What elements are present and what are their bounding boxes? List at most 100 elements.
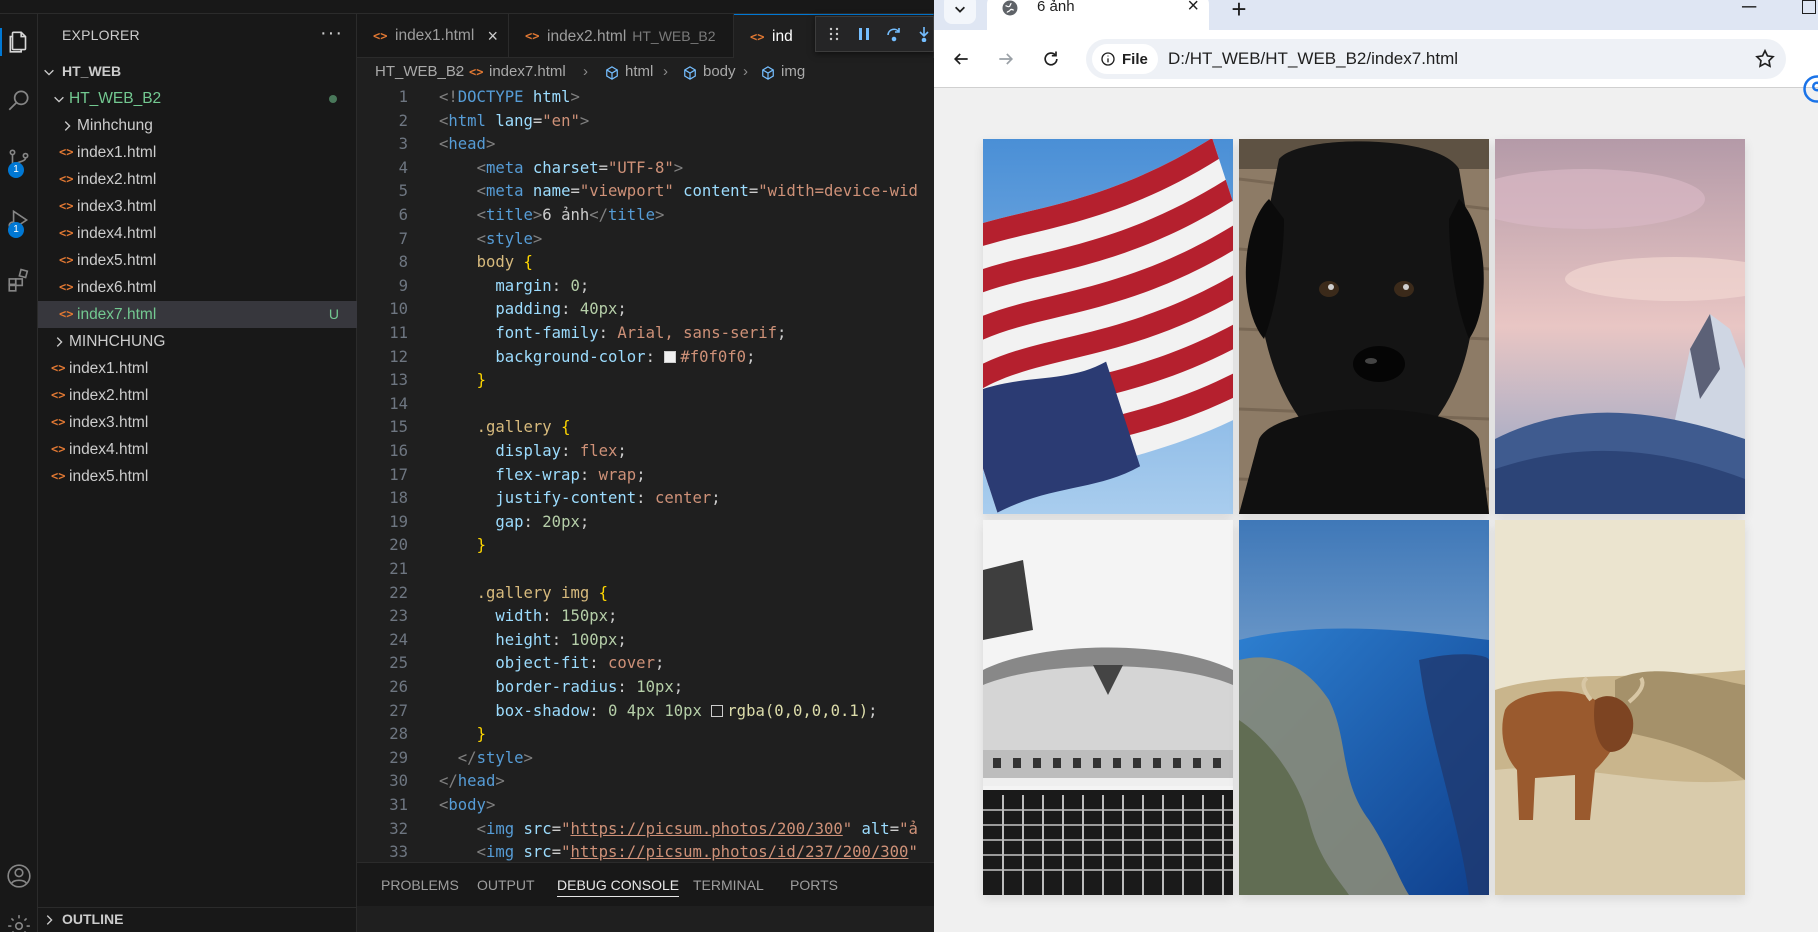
code-token: rgba(0,0,0,0.1) — [727, 701, 869, 720]
forward-arrow-icon[interactable] — [991, 44, 1021, 74]
info-icon — [1101, 52, 1115, 66]
line-number: 2 — [398, 111, 408, 130]
site-info-chip[interactable]: File — [1092, 44, 1158, 74]
chevron-right-icon — [60, 112, 74, 139]
search-icon[interactable] — [0, 80, 38, 120]
line-number: 11 — [389, 324, 408, 342]
code-token: .gallery — [476, 418, 552, 437]
gallery-image-car[interactable] — [983, 520, 1233, 895]
source-control-icon[interactable]: 1 — [0, 140, 38, 180]
more-actions-icon[interactable]: ··· — [320, 22, 343, 45]
bookmark-star-icon[interactable] — [1754, 48, 1776, 70]
url-text[interactable]: D:/HT_WEB/HT_WEB_B2/index7.html — [1168, 39, 1458, 79]
gallery-image-puppy[interactable] — [1239, 139, 1489, 514]
file-label: index2.html — [69, 387, 149, 404]
file-label: index3.html — [77, 198, 157, 215]
code-editor[interactable]: 1 <!DOCTYPE html> 2 <html lang="en"> 3 <hea… — [357, 86, 934, 876]
step-over-icon[interactable] — [886, 26, 902, 42]
minimize-icon[interactable]: ─ — [1742, 0, 1756, 19]
element-cube-icon — [606, 66, 618, 80]
file-item[interactable]: <> index5.html — [38, 463, 357, 490]
outline-header[interactable]: OUTLINE — [38, 907, 357, 932]
folder-minhchung-root[interactable]: MINHCHUNG — [38, 328, 357, 355]
image-gallery — [983, 139, 1745, 896]
gallery-image-flag[interactable] — [983, 139, 1233, 514]
code-link[interactable]: https://picsum.photos/200/300 — [570, 820, 842, 838]
step-into-icon[interactable] — [916, 26, 932, 42]
tab-description: HT_WEB_B2 — [632, 28, 716, 44]
tab-index2[interactable]: <> index2.html HT_WEB_B2 — [509, 14, 734, 58]
file-item[interactable]: <> index4.html — [38, 436, 357, 463]
reload-icon[interactable] — [1036, 44, 1066, 74]
editor-area: <> index1.html × <> index2.html HT_WEB_B2… — [357, 14, 934, 932]
file-item[interactable]: <> index4.html — [38, 220, 357, 247]
drag-handle-icon[interactable] — [826, 26, 842, 42]
extensions-icon[interactable] — [0, 260, 38, 300]
tab-debug-console[interactable]: DEBUG CONSOLE — [557, 863, 680, 907]
gallery-image-fjord[interactable] — [1239, 520, 1489, 895]
code-line: 23 width: 150px; — [357, 605, 934, 629]
code-token: "viewport" — [579, 182, 674, 201]
tab-problems[interactable]: PROBLEMS — [381, 863, 459, 907]
line-number: 7 — [398, 229, 408, 248]
file-item[interactable]: <> index2.html — [38, 166, 357, 193]
file-item[interactable]: <> index3.html — [38, 193, 357, 220]
folder-minhchung[interactable]: Minhchung — [38, 112, 357, 139]
close-tab-icon[interactable]: × — [1187, 0, 1199, 18]
tab-index1[interactable]: <> index1.html × — [357, 14, 509, 58]
run-debug-icon[interactable]: 1 — [0, 200, 38, 240]
pause-icon[interactable] — [856, 26, 872, 42]
profile-icon[interactable] — [1802, 74, 1818, 104]
file-item-selected[interactable]: <> index7.html U — [38, 301, 357, 328]
breadcrumb-file[interactable]: index7.html — [489, 58, 566, 86]
new-tab-button[interactable]: + — [1224, 0, 1254, 24]
code-line: 10 padding: 40px; — [357, 298, 934, 322]
maximize-icon[interactable] — [1802, 0, 1816, 14]
file-label: index7.html — [77, 306, 157, 323]
breadcrumb-html[interactable]: html — [625, 58, 653, 86]
chevron-down-icon — [42, 58, 56, 85]
tab-terminal[interactable]: TERMINAL — [693, 863, 764, 907]
color-swatch-icon[interactable] — [711, 704, 724, 717]
breadcrumb-img[interactable]: img — [781, 58, 805, 86]
code-line: 25 object-fit: cover; — [357, 652, 934, 676]
manage-gear-icon[interactable] — [0, 906, 38, 932]
tab-output[interactable]: OUTPUT — [477, 863, 535, 907]
breadcrumb-folder[interactable]: HT_WEB_B2 — [375, 58, 464, 86]
accounts-icon[interactable] — [0, 856, 38, 896]
folder-ht-web[interactable]: HT_WEB — [38, 58, 357, 85]
html-file-icon: <> — [51, 361, 66, 375]
breadcrumb-body[interactable]: body — [703, 58, 736, 86]
tab-search-chevron-icon[interactable] — [944, 0, 976, 24]
back-arrow-icon[interactable] — [946, 44, 976, 74]
line-number: 23 — [389, 607, 408, 626]
html-file-icon: <> — [469, 65, 484, 79]
code-token: "UTF-8" — [608, 158, 674, 177]
gallery-image-highland-cow[interactable] — [1495, 520, 1745, 895]
explorer-icon[interactable] — [0, 22, 38, 62]
browser-tab[interactable]: 6 ảnh × — [987, 0, 1209, 30]
file-item[interactable]: <> index1.html — [38, 355, 357, 382]
code-token: #f0f0f0 — [680, 347, 747, 366]
file-item[interactable]: <> index5.html — [38, 247, 357, 274]
code-link[interactable]: https://picsum.photos/id/237/200/300 — [570, 843, 908, 861]
tab-ports[interactable]: PORTS — [790, 863, 838, 907]
color-swatch-icon[interactable] — [664, 350, 677, 363]
file-item[interactable]: <> index3.html — [38, 409, 357, 436]
code-token: html — [532, 88, 571, 106]
outline-section[interactable]: OUTLINE — [38, 907, 357, 932]
vscode-window: 1 1 EXPLORER ··· HT_WEB HT_WEB_B2 Minhch… — [0, 0, 934, 932]
browser-window: 6 ảnh × + ─ File D:/HT_WEB/HT_WEB_B2/ind… — [934, 0, 1818, 932]
code-token: 6 ảnh — [542, 206, 590, 224]
folder-ht-web-b2[interactable]: HT_WEB_B2 — [38, 85, 357, 112]
line-number: 22 — [389, 583, 408, 602]
file-item[interactable]: <> index2.html — [38, 382, 357, 409]
gallery-image-mountain[interactable] — [1495, 139, 1745, 514]
title-bar — [0, 0, 934, 14]
file-item[interactable]: <> index1.html — [38, 139, 357, 166]
file-item[interactable]: <> index6.html — [38, 274, 357, 301]
code-line: 14 — [357, 393, 934, 417]
close-icon[interactable]: × — [487, 14, 498, 58]
code-line: 9 margin: 0; — [357, 275, 934, 299]
address-bar[interactable]: File D:/HT_WEB/HT_WEB_B2/index7.html — [1086, 39, 1786, 79]
